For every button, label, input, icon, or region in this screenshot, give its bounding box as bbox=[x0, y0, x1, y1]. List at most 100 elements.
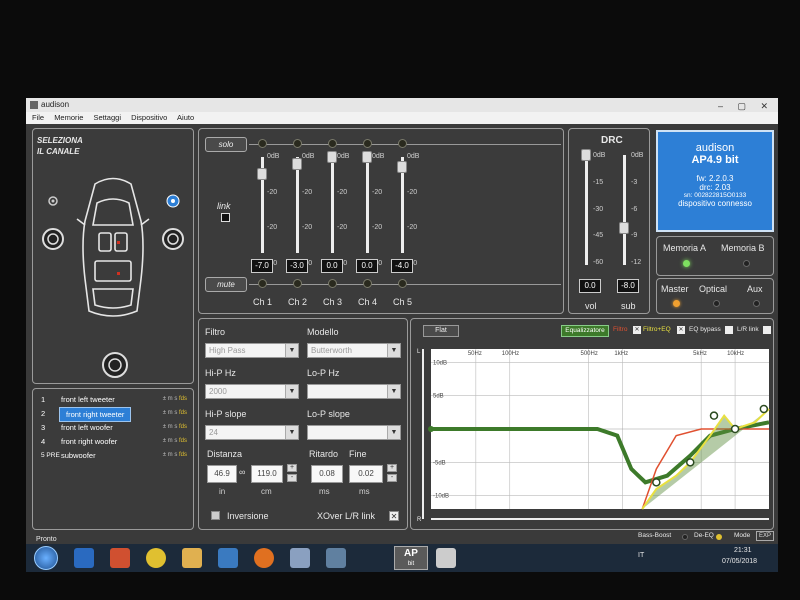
filtro-select[interactable]: High Pass ▼ bbox=[205, 343, 299, 358]
clock-time[interactable]: 21:31 bbox=[734, 547, 752, 554]
gain-value-1[interactable]: -7.0 bbox=[251, 259, 273, 273]
channel-flags[interactable]: ± m s fds bbox=[163, 393, 187, 406]
solo-button[interactable]: solo bbox=[205, 137, 247, 152]
channel-row-2[interactable]: 2 front right tweeter ± m s fds bbox=[39, 407, 189, 422]
mute-led-4[interactable] bbox=[363, 279, 372, 288]
eq-graph[interactable]: 50Hz 100Hz 500Hz 1kHz 5kHz 10kHz 10dB 5dB -5dB -1… bbox=[411, 319, 775, 531]
lop-hz-select[interactable]: ▼ bbox=[307, 384, 401, 399]
input-master-label[interactable]: Master bbox=[661, 284, 689, 294]
solo-led-1[interactable] bbox=[258, 139, 267, 148]
channel-row-5[interactable]: 5 PRE subwoofer ± m s fds bbox=[39, 449, 189, 462]
de-eq-led[interactable] bbox=[716, 534, 722, 540]
menu-memorie[interactable]: Memorie bbox=[54, 113, 83, 122]
solo-led-5[interactable] bbox=[398, 139, 407, 148]
speaker-front-left-tweeter[interactable] bbox=[48, 196, 58, 206]
gain-slider-2[interactable] bbox=[296, 157, 299, 253]
solo-led-3[interactable] bbox=[328, 139, 337, 148]
gain-value-4[interactable]: 0.0 bbox=[356, 259, 378, 273]
gain-value-5[interactable]: -4.0 bbox=[391, 259, 413, 273]
distanza-in-input[interactable]: 46.9 bbox=[207, 465, 237, 483]
channel-flags[interactable]: ± m s fds bbox=[163, 435, 187, 448]
xover-checkbox[interactable]: ✕ bbox=[389, 511, 399, 521]
network-icon[interactable] bbox=[290, 548, 310, 568]
exp-button[interactable]: EXP bbox=[756, 531, 774, 541]
link-chain-icon[interactable]: ∞ bbox=[239, 467, 245, 477]
fine-down-button[interactable]: - bbox=[387, 474, 397, 482]
input-optical-label[interactable]: Optical bbox=[699, 284, 727, 294]
menu-aiuto[interactable]: Aiuto bbox=[177, 113, 194, 122]
gain-slider-4[interactable] bbox=[366, 157, 369, 253]
menu-settaggi[interactable]: Settaggi bbox=[93, 113, 121, 122]
channel-flags[interactable]: ± m s fds bbox=[163, 449, 187, 462]
gain-slider-thumb-3[interactable] bbox=[327, 151, 337, 163]
distanza-down-button[interactable]: - bbox=[287, 474, 297, 482]
mute-led-2[interactable] bbox=[293, 279, 302, 288]
fine-input[interactable]: 0.02 bbox=[349, 465, 383, 483]
audison-tool-icon[interactable] bbox=[436, 548, 456, 568]
speaker-subwoofer[interactable] bbox=[102, 352, 128, 378]
mute-led-3[interactable] bbox=[328, 279, 337, 288]
mute-led-1[interactable] bbox=[258, 279, 267, 288]
menu-dispositivo[interactable]: Dispositivo bbox=[131, 113, 167, 122]
firefox-icon[interactable] bbox=[254, 548, 274, 568]
monitor-icon[interactable] bbox=[326, 548, 346, 568]
eq-handle[interactable] bbox=[759, 404, 769, 414]
hip-slope-select[interactable]: 24 ▼ bbox=[205, 425, 299, 440]
clock-date[interactable]: 07/05/2018 bbox=[722, 558, 757, 565]
media-player-icon[interactable] bbox=[110, 548, 130, 568]
channel-flags[interactable]: ± m s fds bbox=[163, 407, 187, 420]
gain-slider-thumb-2[interactable] bbox=[292, 158, 302, 171]
channel-row-4[interactable]: 4 front right woofer ± m s fds bbox=[39, 435, 189, 448]
sub-slider-thumb[interactable] bbox=[619, 222, 629, 235]
vol-slider[interactable] bbox=[585, 155, 588, 265]
ap-bit-app-button[interactable]: AP bit bbox=[394, 546, 428, 570]
solo-led-4[interactable] bbox=[363, 139, 372, 148]
gain-slider-3[interactable] bbox=[331, 157, 334, 253]
channel-row-1[interactable]: 1 front left tweeter ± m s fds bbox=[39, 393, 189, 406]
window-controls[interactable]: – ▢ ✕ bbox=[718, 99, 774, 113]
memory-b-led[interactable] bbox=[743, 260, 750, 267]
chrome-icon[interactable] bbox=[146, 548, 166, 568]
channel-flags[interactable]: ± m s fds bbox=[163, 421, 187, 434]
eq-handle[interactable] bbox=[730, 424, 740, 434]
mute-led-5[interactable] bbox=[398, 279, 407, 288]
distanza-up-button[interactable]: + bbox=[287, 464, 297, 472]
channel-row-3[interactable]: 3 front left woofer ± m s fds bbox=[39, 421, 189, 434]
distanza-cm-input[interactable]: 119.0 bbox=[251, 465, 283, 483]
gain-slider-thumb-1[interactable] bbox=[257, 167, 267, 180]
input-master-led[interactable] bbox=[673, 300, 680, 307]
link-checkbox[interactable] bbox=[221, 213, 230, 222]
input-optical-led[interactable] bbox=[713, 300, 720, 307]
explorer-icon[interactable] bbox=[182, 548, 202, 568]
vol-slider-thumb[interactable] bbox=[581, 149, 591, 161]
language-indicator[interactable]: IT bbox=[638, 552, 644, 559]
ie-icon[interactable] bbox=[74, 548, 94, 568]
menu-file[interactable]: File bbox=[32, 113, 44, 122]
gain-value-2[interactable]: -3.0 bbox=[286, 259, 308, 273]
eq-handle[interactable] bbox=[652, 478, 661, 487]
hip-hz-select[interactable]: 2000 ▼ bbox=[205, 384, 299, 399]
memory-a-led[interactable] bbox=[683, 260, 690, 267]
solo-led-2[interactable] bbox=[293, 139, 302, 148]
gain-value-3[interactable]: 0.0 bbox=[321, 259, 343, 273]
memory-b-label[interactable]: Memoria B bbox=[721, 243, 765, 253]
input-aux-label[interactable]: Aux bbox=[747, 284, 763, 294]
bass-boost-led[interactable] bbox=[682, 534, 688, 540]
fine-up-button[interactable]: + bbox=[387, 464, 397, 472]
vol-value[interactable]: 0.0 bbox=[579, 279, 601, 293]
eq-handle[interactable] bbox=[685, 458, 695, 467]
input-aux-led[interactable] bbox=[753, 300, 760, 307]
gain-slider-thumb-4[interactable] bbox=[362, 151, 372, 163]
lop-slope-select[interactable]: ▼ bbox=[307, 425, 401, 440]
ritardo-input[interactable]: 0.08 bbox=[311, 465, 343, 483]
inversione-checkbox[interactable] bbox=[211, 511, 220, 520]
gain-slider-thumb-5[interactable] bbox=[397, 160, 407, 173]
modello-select[interactable]: Butterworth ▼ bbox=[307, 343, 401, 358]
speaker-front-left-woofer[interactable] bbox=[42, 228, 64, 250]
speaker-front-right-tweeter[interactable] bbox=[166, 194, 180, 208]
eq-handle[interactable] bbox=[709, 411, 719, 420]
sub-value[interactable]: -8.0 bbox=[617, 279, 639, 293]
memory-a-label[interactable]: Memoria A bbox=[663, 243, 706, 253]
start-button[interactable] bbox=[34, 546, 58, 570]
eq-handle[interactable] bbox=[428, 426, 434, 432]
